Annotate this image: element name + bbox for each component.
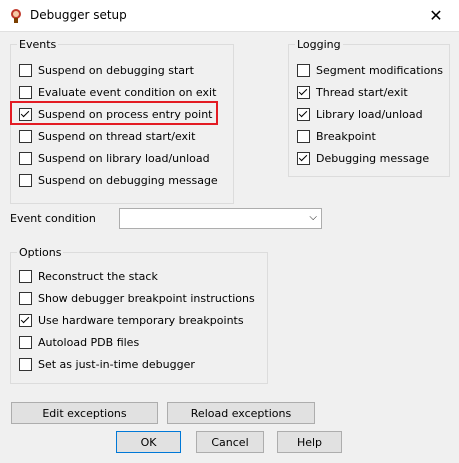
chevron-down-icon[interactable]: ⌵	[309, 212, 317, 223]
logging-checkbox-1[interactable]: Thread start/exit	[297, 83, 408, 101]
options-checkbox-label: Reconstruct the stack	[38, 269, 158, 283]
logging-legend: Logging	[297, 38, 341, 51]
checkbox-box[interactable]	[19, 291, 32, 305]
checkbox-box[interactable]	[19, 151, 32, 165]
logging-checkbox-0[interactable]: Segment modifications	[297, 61, 443, 79]
events-checkbox-label: Evaluate event condition on exit	[38, 85, 217, 99]
logging-checkbox-label: Segment modifications	[316, 63, 443, 77]
title-bar: Debugger setup ✕	[0, 0, 459, 32]
checkbox-box[interactable]	[19, 269, 32, 283]
app-icon	[11, 9, 21, 23]
checkbox-box[interactable]	[297, 85, 310, 99]
logging-checkbox-label: Library load/unload	[316, 107, 423, 121]
events-checkbox-label: Suspend on debugging message	[38, 173, 218, 187]
options-checkbox-3[interactable]: Autoload PDB files	[19, 333, 139, 351]
events-checkbox-5[interactable]: Suspend on debugging message	[19, 171, 218, 189]
highlight-box	[10, 101, 218, 125]
checkbox-box[interactable]	[19, 129, 32, 143]
event-condition-label: Event condition	[10, 212, 96, 225]
options-checkbox-label: Show debugger breakpoint instructions	[38, 291, 255, 305]
checkbox-box[interactable]	[297, 151, 310, 165]
events-checkbox-label: Suspend on thread start/exit	[38, 129, 196, 143]
options-checkbox-label: Use hardware temporary breakpoints	[38, 313, 244, 327]
events-checkbox-3[interactable]: Suspend on thread start/exit	[19, 127, 195, 145]
logging-checkbox-4[interactable]: Debugging message	[297, 149, 429, 167]
events-checkbox-0[interactable]: Suspend on debugging start	[19, 61, 194, 79]
events-checkbox-4[interactable]: Suspend on library load/unload	[19, 149, 210, 167]
checkbox-box[interactable]	[19, 63, 32, 77]
checkbox-box[interactable]	[19, 313, 32, 327]
edit-exceptions-button[interactable]: Edit exceptions	[11, 402, 158, 424]
options-checkbox-1[interactable]: Show debugger breakpoint instructions	[19, 289, 255, 307]
cancel-button[interactable]: Cancel	[196, 431, 264, 453]
events-checkbox-label: Suspend on debugging start	[38, 63, 194, 77]
logging-checkbox-2[interactable]: Library load/unload	[297, 105, 423, 123]
checkbox-box[interactable]	[297, 107, 310, 121]
reload-exceptions-button[interactable]: Reload exceptions	[167, 402, 315, 424]
options-legend: Options	[19, 246, 62, 259]
help-button[interactable]: Help	[277, 431, 342, 453]
checkbox-box[interactable]	[297, 129, 310, 143]
options-checkbox-0[interactable]: Reconstruct the stack	[19, 267, 158, 285]
checkbox-box[interactable]	[19, 335, 32, 349]
events-legend: Events	[19, 38, 57, 51]
logging-checkbox-label: Thread start/exit	[316, 85, 408, 99]
window-title: Debugger setup	[30, 8, 127, 22]
events-checkbox-label: Suspend on library load/unload	[38, 151, 210, 165]
close-button[interactable]: ✕	[413, 0, 459, 31]
options-checkbox-2[interactable]: Use hardware temporary breakpoints	[19, 311, 244, 329]
options-checkbox-4[interactable]: Set as just-in-time debugger	[19, 355, 195, 373]
event-condition-combo[interactable]: ⌵	[119, 208, 322, 229]
ok-button[interactable]: OK	[116, 431, 181, 453]
events-checkbox-1[interactable]: Evaluate event condition on exit	[19, 83, 216, 101]
logging-checkbox-label: Breakpoint	[316, 129, 376, 143]
logging-checkbox-label: Debugging message	[316, 151, 430, 165]
checkbox-box[interactable]	[19, 85, 32, 99]
logging-checkbox-3[interactable]: Breakpoint	[297, 127, 376, 145]
options-checkbox-label: Autoload PDB files	[38, 335, 140, 349]
checkbox-box[interactable]	[297, 63, 310, 77]
checkbox-box[interactable]	[19, 173, 32, 187]
checkbox-box[interactable]	[19, 357, 32, 371]
options-checkbox-label: Set as just-in-time debugger	[38, 357, 195, 371]
